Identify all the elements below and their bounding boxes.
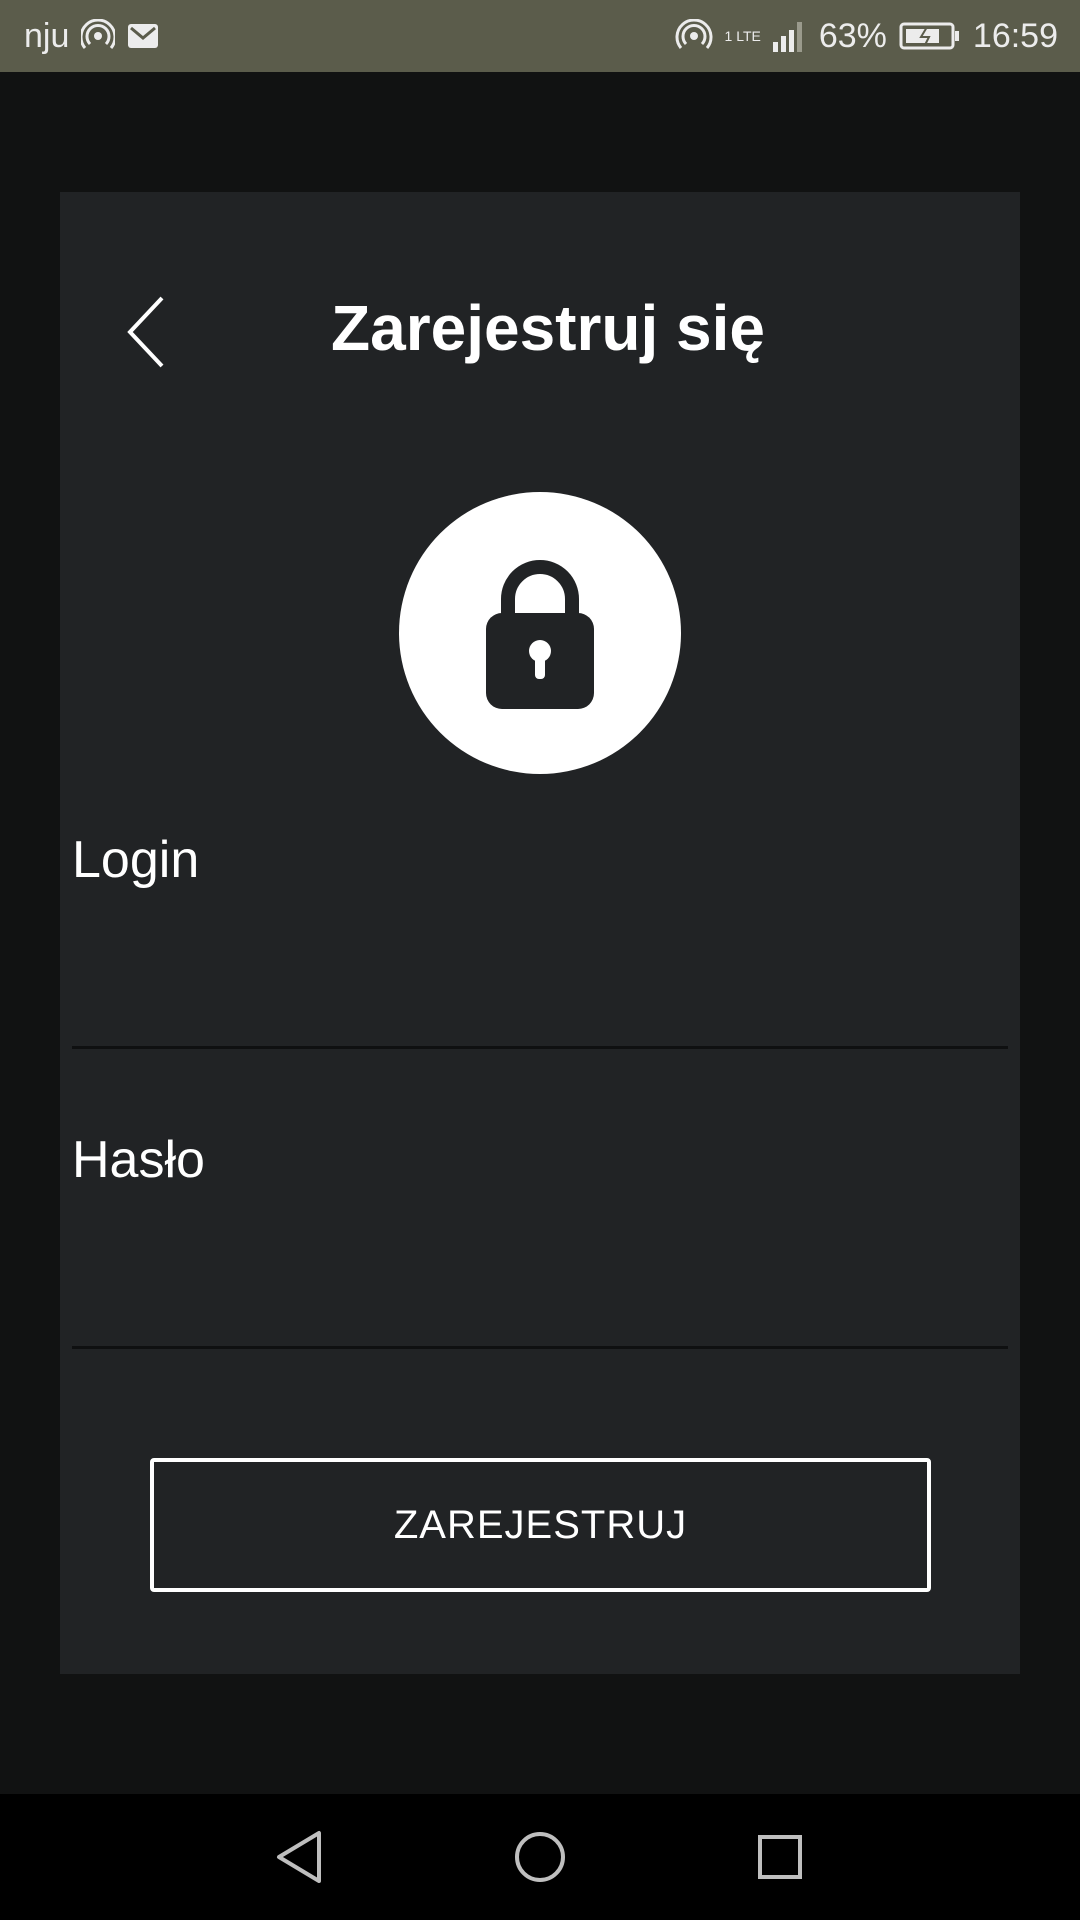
register-card: [60, 192, 1020, 1674]
status-left: nju: [24, 17, 159, 56]
nav-back-button[interactable]: [230, 1794, 370, 1920]
mail-icon: [127, 23, 159, 49]
sim-number: 1: [724, 28, 733, 44]
battery-percent: 63%: [818, 16, 887, 55]
login-underline: [72, 1046, 1008, 1049]
signal-icon: [771, 20, 807, 52]
password-underline: [72, 1346, 1008, 1349]
carrier-name: nju: [24, 16, 70, 55]
register-button[interactable]: ZAREJESTRUJ: [150, 1458, 931, 1592]
navigation-bar: [0, 1794, 1080, 1920]
network-indicator: 1 LTE: [725, 29, 761, 43]
page-title: Zarejestruj się: [331, 292, 765, 364]
back-triangle-icon: [277, 1831, 321, 1883]
hotspot-icon: [675, 19, 713, 53]
password-label: Hasło: [72, 1131, 205, 1189]
recents-square-icon: [758, 1835, 802, 1879]
nav-home-button[interactable]: [470, 1794, 610, 1920]
status-right: 1 LTE 63% 16:59: [675, 17, 1058, 56]
home-circle-icon: [515, 1832, 565, 1882]
lock-badge: [399, 492, 681, 774]
password-input[interactable]: [72, 1260, 1008, 1330]
nav-recents-button[interactable]: [710, 1794, 850, 1920]
lock-icon: [486, 560, 594, 709]
clock: 16:59: [972, 16, 1058, 55]
status-bar: nju 1 LTE 63% 16:59: [0, 0, 1080, 72]
hotspot-icon: [81, 19, 116, 53]
network-type: LTE: [736, 28, 761, 44]
login-label: Login: [72, 831, 200, 889]
battery-charging-icon: [899, 21, 961, 51]
login-input[interactable]: [72, 960, 1008, 1030]
